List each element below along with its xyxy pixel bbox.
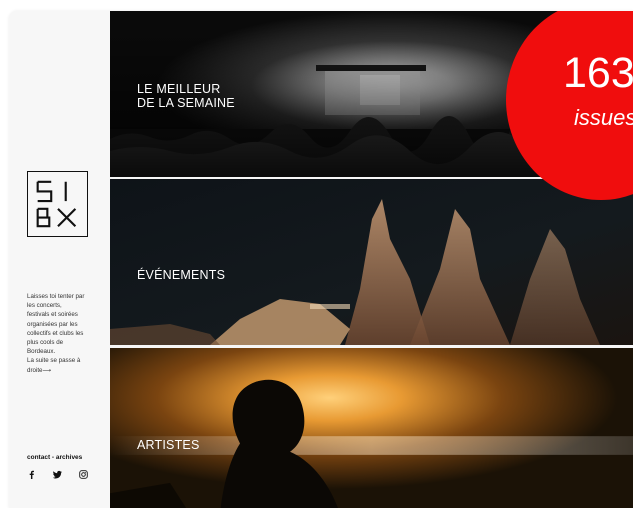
panel-label[interactable]: LE MEILLEUR DE LA SEMAINE xyxy=(137,82,235,110)
tagline: Laisses toi tenter par les concerts, fes… xyxy=(27,292,93,375)
archives-link[interactable]: archives xyxy=(56,454,82,461)
facebook-icon[interactable] xyxy=(27,470,36,479)
panel-label[interactable]: ARTISTES xyxy=(137,438,200,452)
sidebar: Laisses toi tenter par les concerts, fes… xyxy=(9,11,110,508)
arrow-right-icon: ⟶ xyxy=(42,366,52,374)
panel-label-line: DE LA SEMAINE xyxy=(137,96,235,110)
issues-label: issues xyxy=(574,105,633,130)
sibx-logo[interactable] xyxy=(27,171,88,237)
footer-links: contact - archives xyxy=(27,454,82,461)
tagline-line: collectifs et clubs les xyxy=(27,329,84,337)
panel-label-line: LE MEILLEUR xyxy=(137,82,221,96)
tagline-line: plus cools de xyxy=(27,339,64,347)
social-links xyxy=(27,470,88,479)
twitter-icon[interactable] xyxy=(53,470,62,479)
panel-artists[interactable]: ARTISTES xyxy=(110,348,633,508)
issues-count: 163 xyxy=(563,49,633,97)
tagline-line: les concerts, xyxy=(27,302,62,310)
tagline-line: organisées par les xyxy=(27,320,78,328)
tagline-line: Bordeaux. xyxy=(27,348,56,356)
tagline-cta-text: droite xyxy=(27,366,43,374)
crowd-hands-image xyxy=(110,179,633,345)
tagline-cta: droite⟶ xyxy=(27,366,93,375)
tagline-cta-line: La suite se passe à xyxy=(27,357,81,365)
page-frame: Laisses toi tenter par les concerts, fes… xyxy=(9,11,633,508)
sibx-logo-icon xyxy=(36,180,77,228)
panel-label[interactable]: ÉVÉNEMENTS xyxy=(137,268,225,282)
tagline-line: festivals et soirées xyxy=(27,311,78,319)
panel-events[interactable]: ÉVÉNEMENTS xyxy=(110,179,633,345)
contact-link[interactable]: contact xyxy=(27,454,50,461)
tagline-line: Laisses toi tenter par xyxy=(27,293,85,300)
instagram-icon[interactable] xyxy=(79,470,88,479)
artist-silhouette-image xyxy=(110,348,633,508)
